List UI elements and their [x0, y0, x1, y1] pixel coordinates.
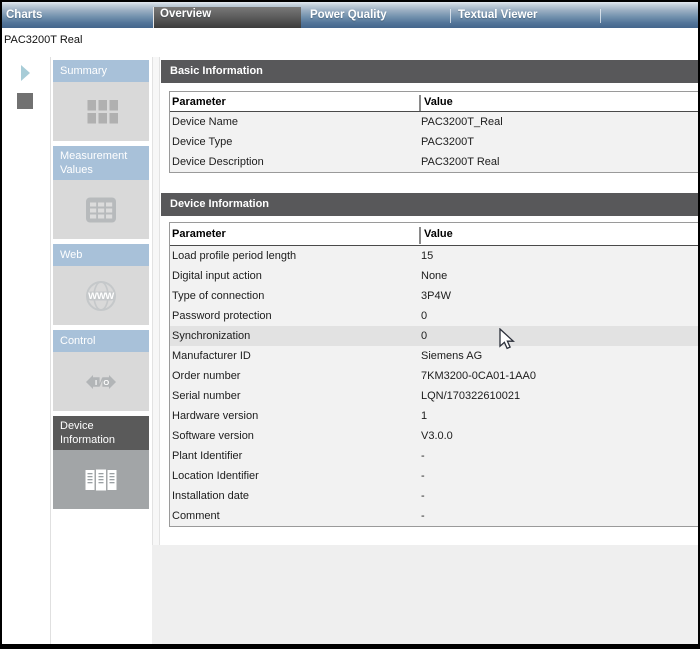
svg-text:O: O [103, 377, 109, 386]
svg-text:I: I [95, 377, 97, 386]
svg-text:WWW: WWW [88, 290, 114, 301]
